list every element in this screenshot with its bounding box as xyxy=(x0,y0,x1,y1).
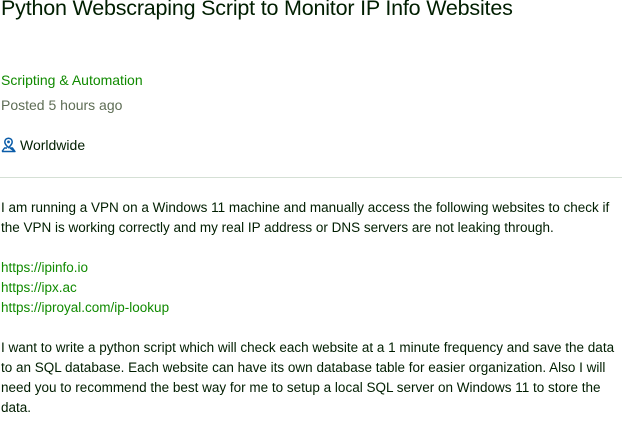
link-ipx[interactable]: https://ipx.ac xyxy=(1,278,621,298)
location-pin-icon xyxy=(1,137,16,153)
location-label: Worldwide xyxy=(20,137,86,153)
link-ipinfo[interactable]: https://ipinfo.io xyxy=(1,258,621,278)
posted-time: Posted 5 hours ago xyxy=(1,97,123,113)
job-title: Python Webscraping Script to Monitor IP … xyxy=(1,0,513,20)
divider xyxy=(0,177,622,178)
category-link[interactable]: Scripting & Automation xyxy=(1,72,143,88)
description-body: I want to write a python script which wi… xyxy=(1,340,615,415)
location: Worldwide xyxy=(1,137,85,153)
job-description: I am running a VPN on a Windows 11 machi… xyxy=(1,198,621,418)
description-intro: I am running a VPN on a Windows 11 machi… xyxy=(1,200,610,235)
link-iproyal[interactable]: https://iproyal.com/ip-lookup xyxy=(1,298,621,318)
